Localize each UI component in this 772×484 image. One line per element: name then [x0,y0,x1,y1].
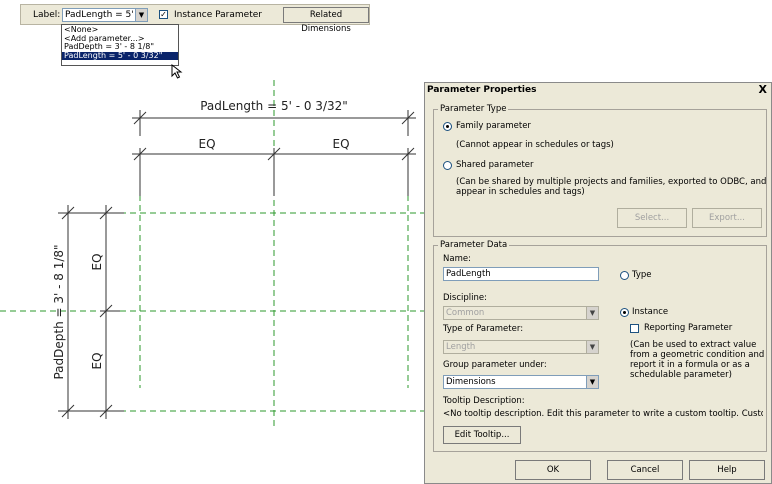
eq-label-right[interactable]: EQ [332,137,349,151]
dimension-lines [58,110,416,419]
help-button[interactable]: Help [689,460,765,480]
type-of-parameter-select[interactable]: Length ▼ [443,340,599,354]
reporting-parameter-label: Reporting Parameter [644,323,733,333]
cancel-button[interactable]: Cancel [607,460,683,480]
group-parameter-under-label: Group parameter under: [443,360,547,370]
parameter-properties-dialog: Parameter Properties X Parameter Type Fa… [424,82,772,484]
shared-parameter-note-line1: (Can be shared by multiple projects and … [456,177,767,187]
reporting-note-line3: report it in a formula or as a [630,360,750,370]
parameter-type-group: Parameter Type Family parameter (Cannot … [433,104,767,237]
instance-radio-label: Instance [632,307,669,317]
type-of-parameter-value: Length [446,342,476,352]
parameter-data-group: Parameter Data Name: PadLength Type Disc… [433,240,767,452]
type-radio[interactable] [620,271,629,280]
parameter-data-group-title: Parameter Data [438,240,510,250]
family-parameter-note: (Cannot appear in schedules or tags) [456,140,614,150]
eq-label-bottom[interactable]: EQ [90,352,104,369]
shared-parameter-label: Shared parameter [456,160,534,170]
close-icon[interactable]: X [759,83,767,96]
reporting-note-line1: (Can be used to extract value [630,340,757,350]
family-parameter-label: Family parameter [456,121,531,131]
shared-parameter-radio[interactable] [443,161,452,170]
dialog-titlebar[interactable]: Parameter Properties X [425,83,771,97]
tooltip-description-label: Tooltip Description: [443,396,525,406]
instance-radio[interactable] [620,308,629,317]
drawing-canvas: PadLength = 5' - 0 3/32" EQ EQ PadDepth … [0,80,424,430]
chevron-down-icon: ▼ [586,307,598,319]
discipline-value: Common [446,308,485,318]
type-radio-label: Type [632,270,652,280]
reporting-note-line2: from a geometric condition and [630,350,765,360]
select-button[interactable]: Select... [617,208,687,228]
discipline-label: Discipline: [443,293,487,303]
dialog-title: Parameter Properties [427,85,537,95]
family-parameter-radio[interactable] [443,122,452,131]
ok-button[interactable]: OK [515,460,591,480]
name-label: Name: [443,254,471,264]
name-input[interactable]: PadLength [443,267,599,281]
reporting-parameter-checkbox[interactable] [630,324,639,333]
eq-label-left[interactable]: EQ [198,137,215,151]
length-dimension-label[interactable]: PadLength = 5' - 0 3/32" [200,99,348,113]
depth-dimension-label[interactable]: PadDepth = 3' - 8 1/8" [52,244,66,379]
shared-parameter-note-line2: appear in schedules and tags) [456,187,585,197]
tooltip-description-text: <No tooltip description. Edit this param… [443,409,763,419]
group-parameter-under-select[interactable]: Dimensions ▼ [443,375,599,389]
edit-tooltip-button[interactable]: Edit Tooltip... [443,426,521,444]
chevron-down-icon[interactable]: ▼ [586,376,598,388]
type-of-parameter-label: Type of Parameter: [443,324,524,334]
reporting-note-line4: schedulable parameter) [630,370,732,380]
parameter-type-group-title: Parameter Type [438,104,509,114]
export-button[interactable]: Export... [692,208,762,228]
discipline-select[interactable]: Common ▼ [443,306,599,320]
chevron-down-icon: ▼ [586,341,598,353]
group-parameter-under-value: Dimensions [446,377,496,387]
eq-label-top[interactable]: EQ [90,253,104,270]
